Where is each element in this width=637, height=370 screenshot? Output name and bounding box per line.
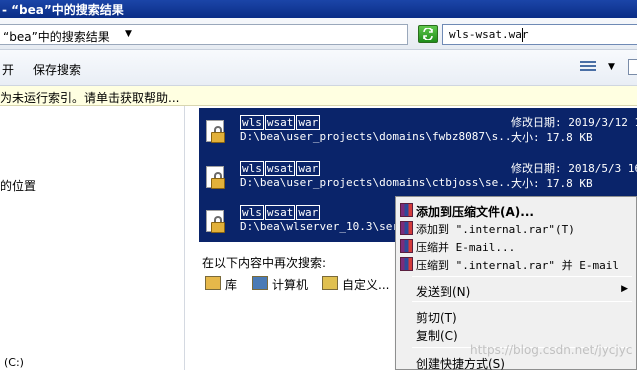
winrar-icon: [400, 221, 413, 235]
menu-separator: [412, 276, 632, 277]
context-menu-label: 添加到 ".internal.rar"(T): [416, 223, 575, 236]
lock-body-shape: [211, 222, 225, 233]
submenu-arrow-icon: ▶: [621, 284, 628, 294]
result-row[interactable]: wls wsat war D:\bea\user_projects\domains\f…: [199, 108, 637, 152]
result-name-highlight: wsat: [264, 115, 296, 130]
address-row: “bea”中的搜索结果 ▼ wls-wsat.war: [0, 18, 637, 50]
context-menu-label: 发送到(N): [416, 285, 471, 299]
chevron-down-icon[interactable]: ▼: [125, 29, 132, 39]
result-file-size: 大小: 17.8 KB: [511, 177, 593, 190]
context-menu-item[interactable]: 压缩到 ".internal.rar" 并 E-mail: [396, 255, 636, 273]
info-bar[interactable]: 为未运行索引。请单击获取帮助...: [0, 86, 637, 106]
winrar-icon: [400, 239, 413, 253]
window-title: - “bea”中的搜索结果: [2, 3, 124, 17]
result-file-name: wls wsat war: [240, 115, 321, 130]
nav-item-locations[interactable]: 的位置: [0, 177, 36, 194]
breadcrumb[interactable]: “bea”中的搜索结果 ▼: [0, 24, 408, 45]
result-file-size: 大小: 17.8 KB: [511, 131, 593, 144]
view-options-icon[interactable]: [580, 61, 596, 75]
result-name-highlight: war: [296, 205, 321, 220]
search-input-value: wls-wsat.war: [449, 28, 529, 41]
text-caret: [522, 28, 523, 42]
winrar-icon: [400, 257, 413, 271]
locked-file-icon: [202, 210, 228, 238]
context-menu-label: 复制(C): [416, 329, 458, 343]
result-name-highlight: wsat: [264, 161, 296, 176]
result-file-path: D:\bea\wlserver_10.3\server: [240, 220, 419, 233]
context-menu-label: 剪切(T): [416, 311, 457, 325]
watermark: https://blog.csdn.net/jycjyc: [470, 343, 633, 357]
context-menu-label: 压缩并 E-mail...: [416, 241, 516, 254]
save-search-button[interactable]: 保存搜索: [33, 61, 81, 78]
context-menu-item[interactable]: 复制(C): [396, 325, 636, 343]
search-again-label: 库: [225, 278, 238, 292]
search-input[interactable]: wls-wsat.war: [442, 24, 637, 45]
result-name-highlight: wls: [240, 205, 264, 220]
result-row[interactable]: wls wsat war D:\bea\user_projects\domains\c…: [199, 154, 637, 198]
result-name-highlight: wls: [240, 115, 264, 130]
preview-pane-button[interactable]: [628, 59, 637, 75]
nav-item-drive-c[interactable]: (C:): [4, 356, 24, 369]
menu-separator: [412, 301, 632, 302]
navigation-pane: 的位置 (C:): [0, 106, 185, 370]
context-menu-label: 创建快捷方式(S): [416, 357, 505, 370]
winrar-icon: [400, 203, 413, 217]
context-menu-item[interactable]: 剪切(T): [396, 307, 636, 325]
lock-body-shape: [211, 178, 225, 189]
context-menu-label: 压缩到 ".internal.rar" 并 E-mail: [416, 259, 619, 272]
result-file-name: wls wsat war: [240, 205, 321, 220]
breadcrumb-label: “bea”中的搜索结果: [3, 30, 110, 44]
result-file-path: D:\bea\user_projects\domains\ctbjoss\se.…: [240, 176, 519, 189]
lock-body-shape: [211, 132, 225, 143]
view-dropdown-arrow-icon[interactable]: ▼: [608, 62, 615, 72]
result-modified-date: 修改日期: 2018/5/3 16: [511, 162, 637, 175]
search-again-heading: 在以下内容中再次搜索:: [202, 256, 327, 270]
context-menu-label: 添加到压缩文件(A)...: [416, 205, 534, 219]
search-again-label: 自定义...: [342, 278, 390, 292]
context-menu-item[interactable]: 发送到(N) ▶: [396, 281, 636, 299]
toolbar: 开 保存搜索 ▼: [0, 50, 637, 86]
result-file-path: D:\bea\user_projects\domains\fwbz8087\s.…: [240, 130, 519, 143]
result-modified-date: 修改日期: 2019/3/12 15: [511, 116, 637, 129]
result-name-highlight: war: [296, 161, 321, 176]
result-name-highlight: war: [296, 115, 321, 130]
library-icon: [205, 276, 221, 290]
refresh-icon[interactable]: [418, 25, 438, 43]
locked-file-icon: [202, 120, 228, 148]
search-again-label: 计算机: [272, 278, 309, 292]
computer-icon: [252, 276, 268, 290]
context-menu-item[interactable]: 压缩并 E-mail...: [396, 237, 636, 255]
context-menu-item[interactable]: 添加到压缩文件(A)...: [396, 201, 636, 219]
custom-folder-icon: [322, 276, 338, 290]
locked-file-icon: [202, 166, 228, 194]
open-button[interactable]: 开: [2, 61, 14, 78]
result-name-highlight: wls: [240, 161, 264, 176]
info-bar-text: 为未运行索引。请单击获取帮助...: [0, 91, 180, 105]
context-menu-item[interactable]: 添加到 ".internal.rar"(T): [396, 219, 636, 237]
window-title-bar: - “bea”中的搜索结果: [0, 0, 637, 18]
result-name-highlight: wsat: [264, 205, 296, 220]
result-file-name: wls wsat war: [240, 161, 321, 176]
